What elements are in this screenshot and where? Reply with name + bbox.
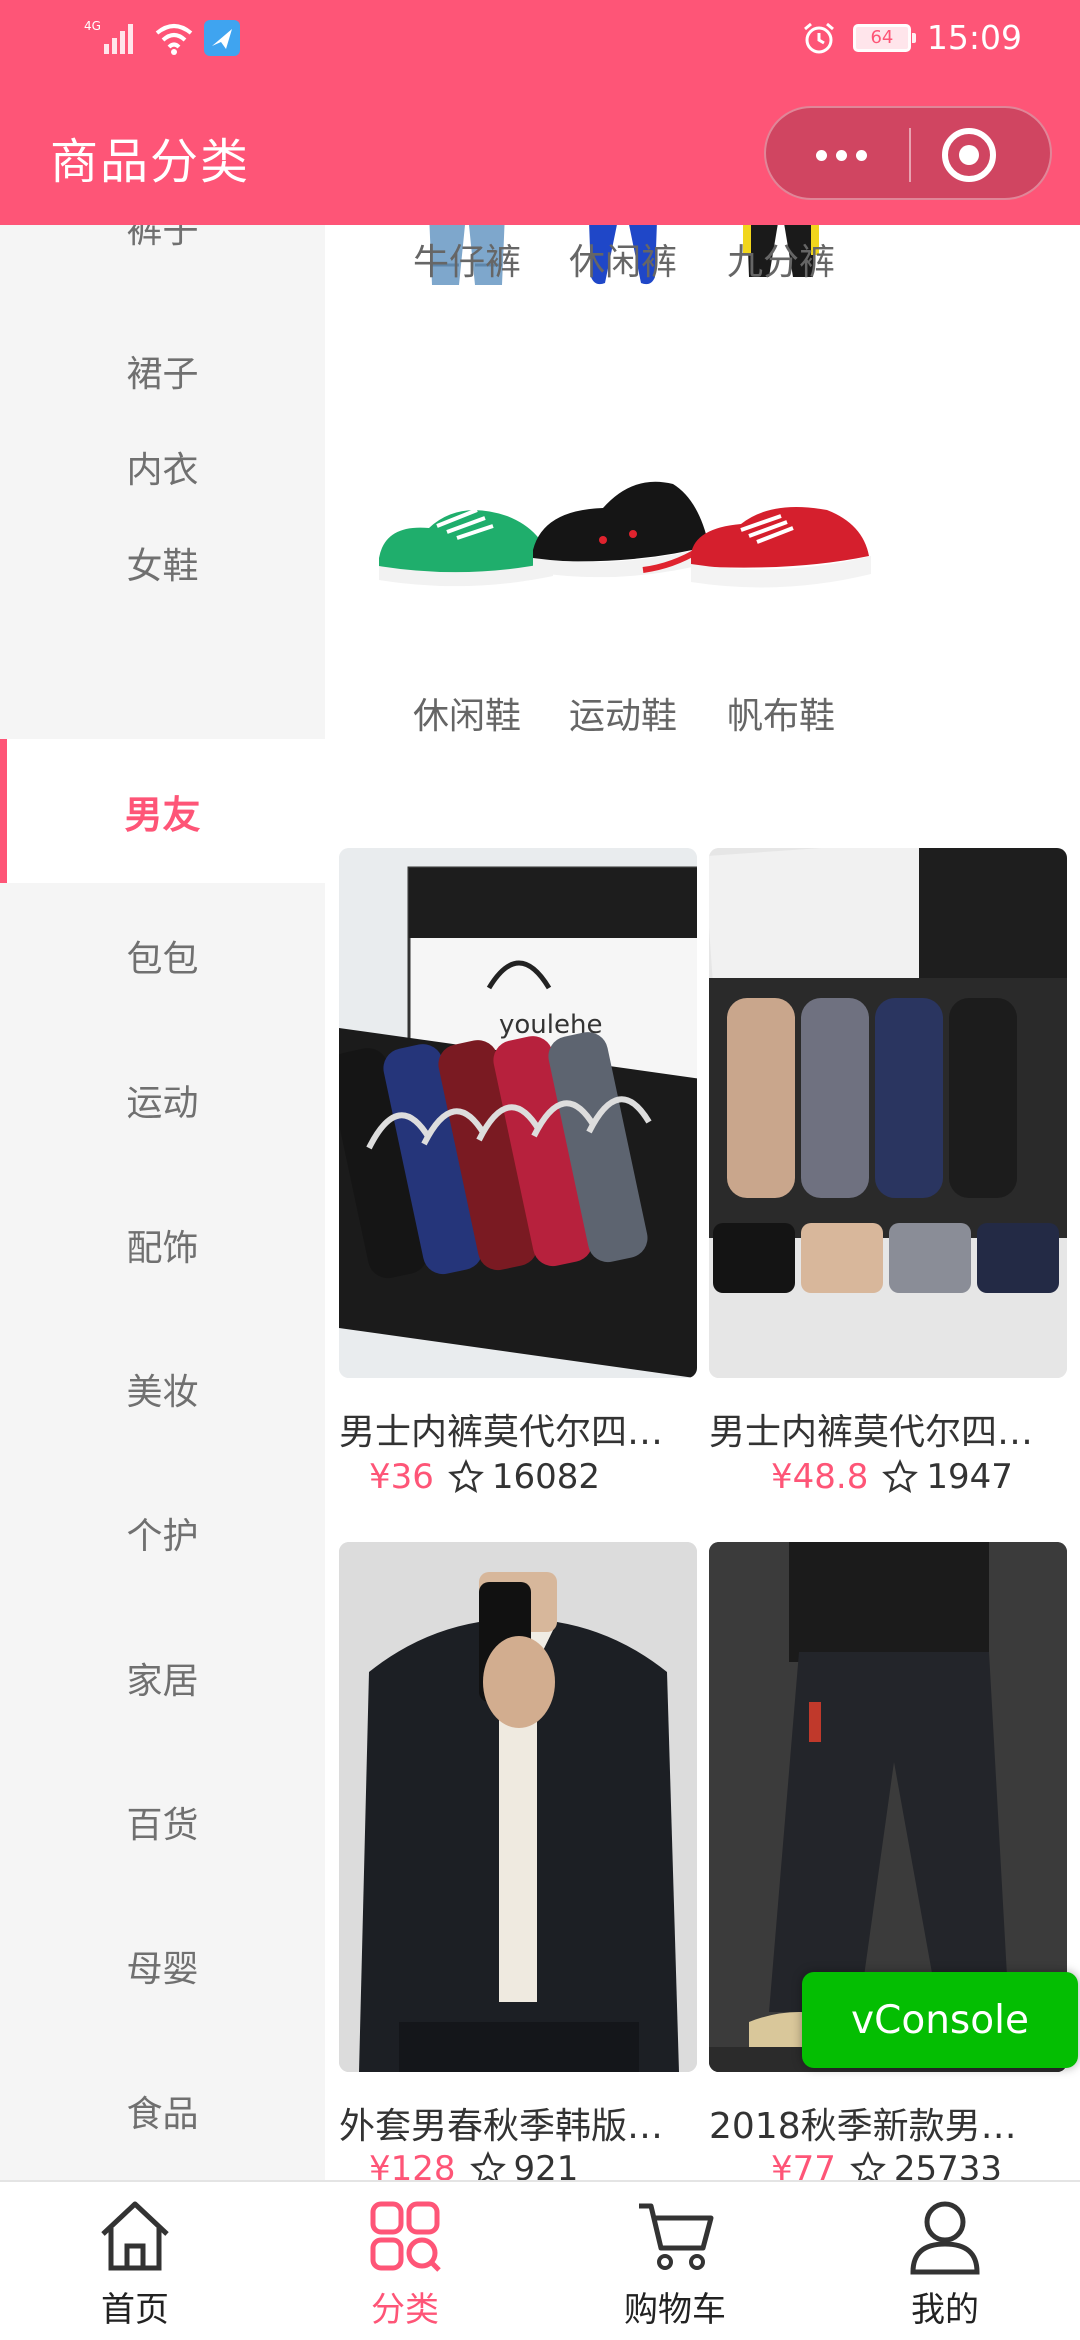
more-dot-icon <box>835 149 847 161</box>
sidebar-item-sports[interactable]: 运动 <box>0 1028 325 1172</box>
tab-cart[interactable]: 购物车 <box>540 2182 810 2340</box>
sidebar-item-accessories[interactable]: 配饰 <box>0 1173 325 1317</box>
status-right: 64 15:09 <box>801 18 1022 57</box>
underwear-box-image: youlehe <box>339 848 697 1378</box>
category-content[interactable]: 牛仔裤 休闲裤 九分裤 休闲鞋 运动鞋 帆布鞋 youlehe 男士内裤莫代尔四… <box>325 225 1080 2180</box>
page-title: 商品分类 <box>50 134 251 190</box>
sidebar-item-boyfriend[interactable]: 男友 <box>0 739 325 883</box>
sidebar-item-food[interactable]: 食品 <box>0 2039 325 2180</box>
subcategory-label: 休闲鞋 <box>412 696 521 737</box>
capsule-divider <box>909 128 911 182</box>
sidebar-item-makeup[interactable]: 美妆 <box>0 1317 325 1461</box>
product-price: ¥48.8 <box>771 1457 869 1497</box>
favorite-count: 16082 <box>491 1457 601 1497</box>
star-icon <box>850 2151 886 2180</box>
app-notification-icon <box>204 20 240 56</box>
star-icon <box>448 1459 484 1493</box>
tab-label: 购物车 <box>624 2290 726 2330</box>
more-dot-icon <box>815 149 827 161</box>
tab-label: 分类 <box>371 2290 439 2330</box>
status-left: 4G <box>84 18 240 58</box>
product-meta: ¥36 16082 <box>369 1457 727 1497</box>
bottom-tab-bar: 首页 分类 购物车 我的 <box>0 2180 1080 2340</box>
sidebar-item-pants[interactable]: 裤子 <box>0 225 325 299</box>
more-dot-icon <box>855 149 867 161</box>
alarm-icon <box>803 22 834 53</box>
close-target-icon[interactable] <box>942 128 996 182</box>
more-button[interactable] <box>806 108 876 202</box>
sidebar-item-general[interactable]: 百货 <box>0 1750 325 1894</box>
product-title: 男士内裤莫代尔四… <box>339 1412 664 1453</box>
tab-label: 我的 <box>911 2290 979 2330</box>
subcategory-label: 帆布鞋 <box>726 696 835 737</box>
cellular-signal-icon: 4G <box>84 19 133 54</box>
battery-indicator: 64 <box>852 23 916 52</box>
star-icon <box>882 1459 919 1493</box>
mini-program-capsule <box>764 106 1052 200</box>
product-meta: ¥48.8 1947 <box>771 1457 1080 1497</box>
product-image: youlehe <box>339 848 697 1378</box>
clock: 15:09 <box>926 18 1022 57</box>
sidebar-item-bags[interactable]: 包包 <box>0 884 325 1028</box>
category-icon <box>370 2201 441 2272</box>
product-price: ¥36 <box>369 1457 434 1497</box>
jacket-model-image <box>339 1542 697 2072</box>
product-meta: ¥77 25733 <box>771 2149 1080 2180</box>
product-image <box>339 1542 697 2072</box>
product-title: 男士内裤莫代尔四… <box>709 1412 1034 1453</box>
product-price: ¥128 <box>369 2149 456 2180</box>
sidebar-item-mother-baby[interactable]: 母婴 <box>0 1894 325 2038</box>
tab-category[interactable]: 分类 <box>270 2182 540 2340</box>
tab-home[interactable]: 首页 <box>0 2182 270 2340</box>
user-icon <box>910 2201 980 2275</box>
header: 4G 64 15:09 商品分类 <box>0 0 1080 225</box>
favorite-count: 25733 <box>893 2149 1003 2180</box>
product-price: ¥77 <box>771 2149 836 2180</box>
canvas-shoes-image <box>691 507 871 588</box>
sidebar-item-personal-care[interactable]: 个护 <box>0 1461 325 1605</box>
network-type: 4G <box>84 19 101 33</box>
favorite-count: 1947 <box>926 1457 1013 1497</box>
product-title: 外套男春秋季韩版… <box>339 2106 664 2147</box>
subcategory-label: 九分裤 <box>726 242 835 283</box>
category-sidebar[interactable]: 裤子 裙子 内衣 女鞋 男友 包包 运动 配饰 美妆 个护 家居 百货 母婴 食… <box>0 225 325 2180</box>
home-icon <box>101 2201 169 2271</box>
tab-profile[interactable]: 我的 <box>810 2182 1080 2340</box>
cart-icon <box>639 2203 714 2270</box>
tab-label: 首页 <box>101 2290 169 2330</box>
product-title: 2018秋季新款男… <box>709 2106 1017 2147</box>
wifi-icon <box>155 24 193 55</box>
product-meta: ¥128 921 <box>369 2149 727 2180</box>
sidebar-item-home[interactable]: 家居 <box>0 1606 325 1750</box>
status-bar: 4G 64 15:09 <box>0 0 1080 80</box>
star-icon <box>469 2151 506 2180</box>
product-image <box>709 848 1067 1378</box>
favorite-count: 921 <box>513 2149 579 2180</box>
sidebar-item-womens-shoes[interactable]: 女鞋 <box>0 491 325 635</box>
subcategory-label: 运动鞋 <box>568 696 677 737</box>
underwear-box-image <box>709 848 1067 1378</box>
vconsole-button[interactable]: vConsole <box>802 1972 1078 2068</box>
